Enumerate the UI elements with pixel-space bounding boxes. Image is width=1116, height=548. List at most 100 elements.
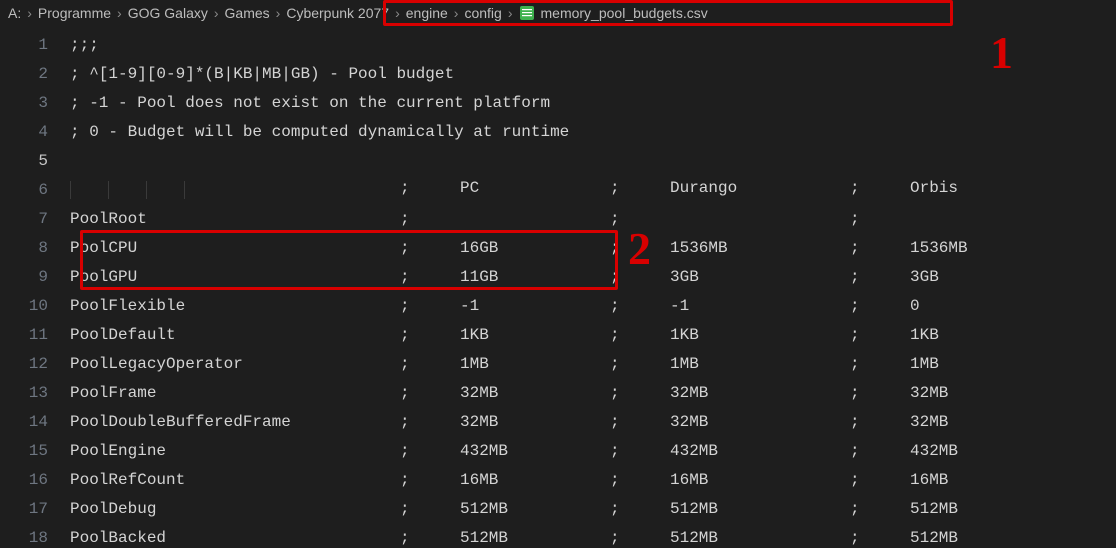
line-number: 17 (0, 500, 70, 518)
cell-orbis: 16MB (910, 471, 1116, 489)
cell-pc: 32MB (460, 413, 610, 431)
csv-separator: ; (850, 529, 910, 547)
code-editor[interactable]: 1;;; 2; ^[1-9][0-9]*(B|KB|MB|GB) - Pool … (0, 26, 1116, 548)
cell-durango: 1MB (670, 355, 850, 373)
csv-data-row[interactable]: PoolDefault;1KB;1KB;1KB (70, 326, 1116, 344)
csv-separator: ; (850, 413, 910, 431)
code-line[interactable]: ; 0 - Budget will be computed dynamicall… (70, 123, 1116, 141)
csv-separator: ; (400, 442, 460, 460)
chevron-right-icon: › (214, 5, 219, 21)
csv-separator: ; (850, 355, 910, 373)
csv-data-row[interactable]: PoolEngine;432MB;432MB;432MB (70, 442, 1116, 460)
cell-durango: 512MB (670, 500, 850, 518)
line-number: 11 (0, 326, 70, 344)
csv-separator: ; (850, 268, 910, 286)
csv-data-row[interactable]: PoolFrame;32MB;32MB;32MB (70, 384, 1116, 402)
line-number: 1 (0, 36, 70, 54)
csv-separator: ; (850, 179, 910, 201)
csv-file-icon (519, 5, 535, 21)
chevron-right-icon: › (276, 5, 281, 21)
line-number: 12 (0, 355, 70, 373)
csv-data-row[interactable]: PoolBacked;512MB;512MB;512MB (70, 529, 1116, 547)
chevron-right-icon: › (508, 5, 513, 21)
cell-orbis: 1536MB (910, 239, 1116, 257)
pool-name: PoolFrame (70, 384, 400, 402)
csv-separator: ; (400, 326, 460, 344)
cell-pc: 1KB (460, 326, 610, 344)
breadcrumb-drive[interactable]: A: (8, 5, 21, 21)
csv-separator: ; (400, 268, 460, 286)
chevron-right-icon: › (117, 5, 122, 21)
csv-separator: ; (610, 529, 670, 547)
pool-name: PoolLegacyOperator (70, 355, 400, 373)
line-number: 4 (0, 123, 70, 141)
line-number: 2 (0, 65, 70, 83)
cell-orbis: 432MB (910, 442, 1116, 460)
breadcrumb-segment[interactable]: GOG Galaxy (128, 5, 208, 21)
cell-pc: 1MB (460, 355, 610, 373)
line-number: 6 (0, 181, 70, 199)
csv-separator: ; (610, 471, 670, 489)
breadcrumb-segment[interactable]: Games (225, 5, 270, 21)
breadcrumb-segment[interactable]: engine (406, 5, 448, 21)
cell-orbis: 0 (910, 297, 1116, 315)
csv-separator: ; (850, 297, 910, 315)
pool-name: PoolEngine (70, 442, 400, 460)
cell-durango: 32MB (670, 384, 850, 402)
code-line[interactable]: ; -1 - Pool does not exist on the curren… (70, 94, 1116, 112)
cell-pc (460, 210, 610, 228)
breadcrumb-segment[interactable]: Programme (38, 5, 111, 21)
column-header-pc: PC (460, 179, 610, 201)
csv-separator: ; (610, 413, 670, 431)
cell-durango: 16MB (670, 471, 850, 489)
csv-separator: ; (400, 179, 460, 201)
csv-data-row[interactable]: PoolLegacyOperator;1MB;1MB;1MB (70, 355, 1116, 373)
csv-separator: ; (850, 326, 910, 344)
line-number: 18 (0, 529, 70, 547)
csv-separator: ; (850, 500, 910, 518)
csv-header-row[interactable]: ;PC ;Durango ;Orbis (70, 179, 1116, 201)
cell-durango: 32MB (670, 413, 850, 431)
csv-separator: ; (400, 413, 460, 431)
csv-data-row[interactable]: PoolCPU;16GB;1536MB;1536MB (70, 239, 1116, 257)
csv-separator: ; (610, 500, 670, 518)
csv-separator: ; (850, 442, 910, 460)
cell-durango: 512MB (670, 529, 850, 547)
csv-data-row[interactable]: PoolDebug;512MB;512MB;512MB (70, 500, 1116, 518)
cell-orbis: 1MB (910, 355, 1116, 373)
line-number: 5 (0, 152, 70, 170)
cell-pc: 32MB (460, 384, 610, 402)
csv-data-row[interactable]: PoolFlexible;-1;-1;0 (70, 297, 1116, 315)
cell-pc: 11GB (460, 268, 610, 286)
csv-separator: ; (610, 442, 670, 460)
csv-separator: ; (850, 471, 910, 489)
csv-separator: ; (400, 297, 460, 315)
cell-durango: 3GB (670, 268, 850, 286)
csv-data-row[interactable]: PoolRefCount;16MB;16MB;16MB (70, 471, 1116, 489)
csv-separator: ; (400, 355, 460, 373)
csv-separator: ; (610, 239, 670, 257)
csv-separator: ; (850, 210, 910, 228)
code-line[interactable]: ;;; (70, 36, 1116, 54)
cell-orbis (910, 210, 1116, 228)
column-header-orbis: Orbis (910, 179, 1116, 201)
cell-pc: 16MB (460, 471, 610, 489)
cell-durango: -1 (670, 297, 850, 315)
breadcrumb-file[interactable]: memory_pool_budgets.csv (541, 5, 708, 21)
csv-separator: ; (610, 210, 670, 228)
pool-name: PoolDoubleBufferedFrame (70, 413, 400, 431)
breadcrumb-segment[interactable]: config (464, 5, 501, 21)
csv-data-row[interactable]: PoolGPU;11GB;3GB;3GB (70, 268, 1116, 286)
csv-separator: ; (610, 326, 670, 344)
csv-data-row[interactable]: PoolRoot;;; (70, 210, 1116, 228)
csv-separator: ; (400, 529, 460, 547)
pool-name: PoolDefault (70, 326, 400, 344)
breadcrumb-segment[interactable]: Cyberpunk 2077 (286, 5, 389, 21)
line-number: 7 (0, 210, 70, 228)
csv-data-row[interactable]: PoolDoubleBufferedFrame;32MB;32MB;32MB (70, 413, 1116, 431)
code-line[interactable]: ; ^[1-9][0-9]*(B|KB|MB|GB) - Pool budget (70, 65, 1116, 83)
breadcrumb[interactable]: A: › Programme › GOG Galaxy › Games › Cy… (0, 0, 1116, 26)
line-number: 3 (0, 94, 70, 112)
chevron-right-icon: › (27, 5, 32, 21)
line-number: 15 (0, 442, 70, 460)
